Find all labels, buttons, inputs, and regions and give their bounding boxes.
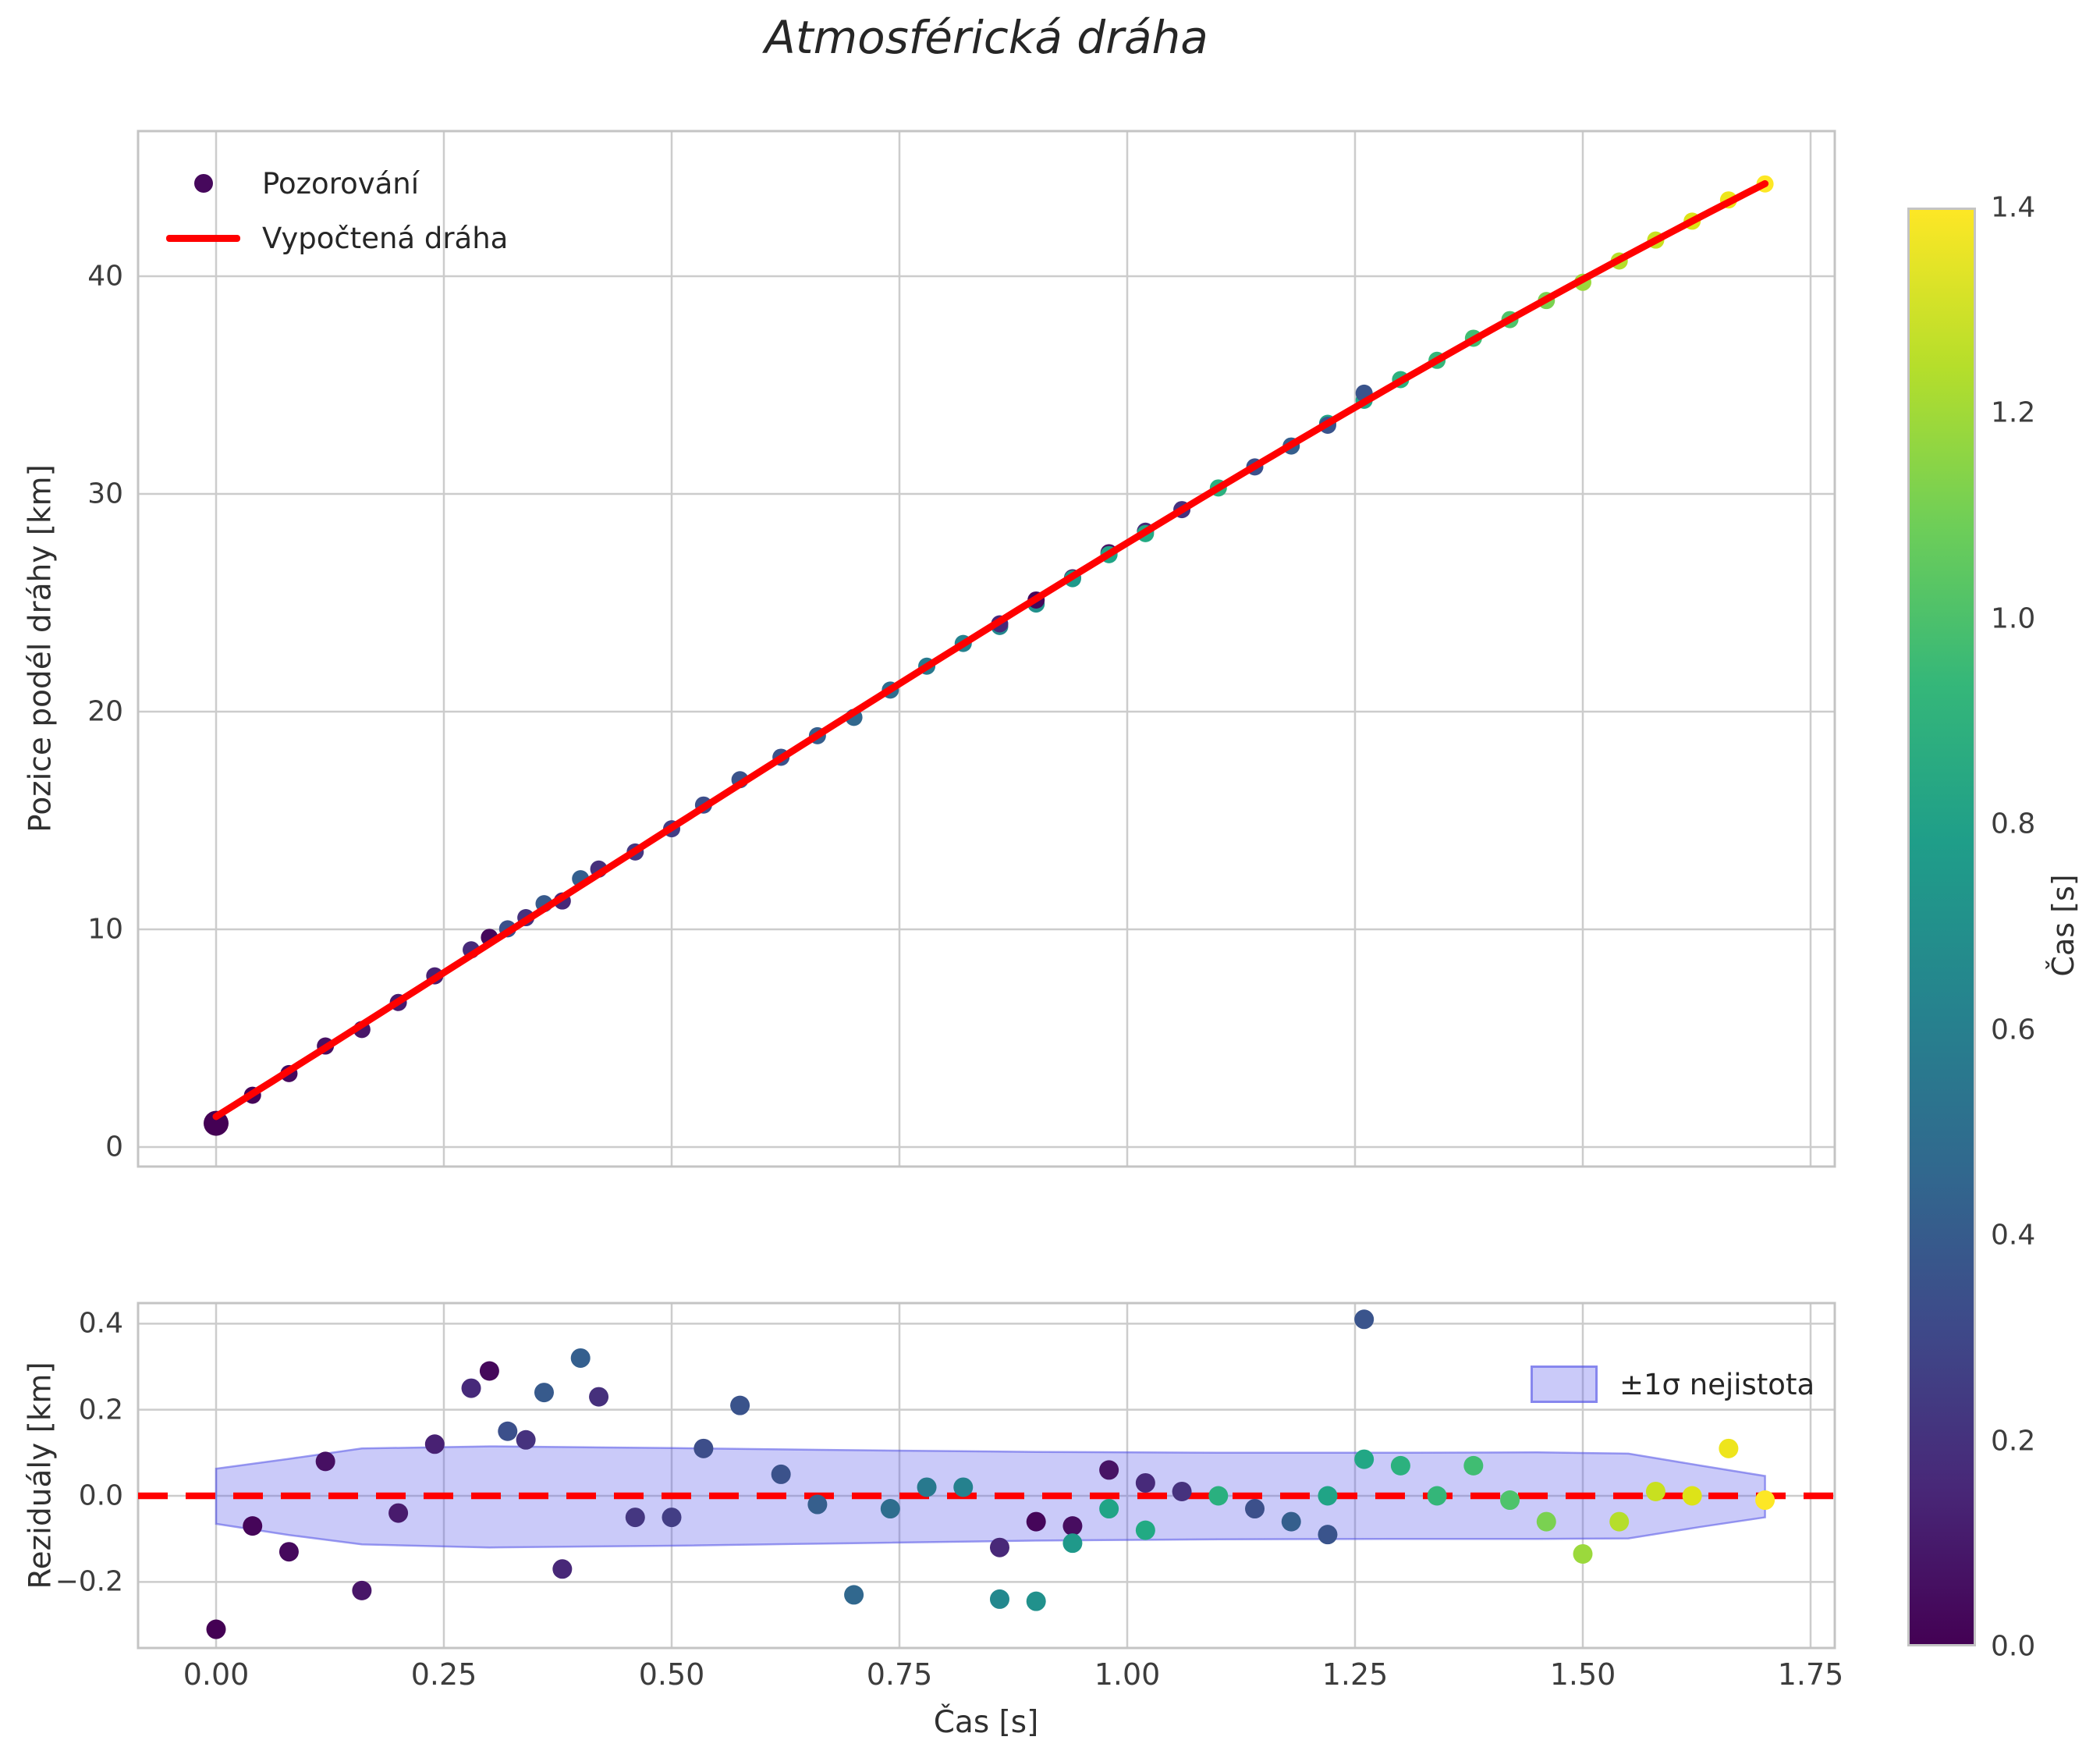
residual-point [1609,1511,1630,1532]
residual-point [1099,1460,1119,1480]
residual-point [844,1585,864,1605]
residual-point [1463,1455,1484,1476]
residual-point [589,1387,609,1407]
colorbar-label: Čas [s] [2046,874,2080,977]
xtick-label: 1.00 [1094,1657,1161,1692]
band-legend-label: ±1σ nejistota [1619,1367,1815,1401]
xtick-label: 0.00 [183,1657,250,1692]
residual-point [1719,1438,1739,1458]
bottom-ytick-label: 0.4 [78,1307,123,1340]
top-ytick-label: 0 [105,1131,123,1163]
residual-point [917,1477,937,1497]
xtick-label: 0.75 [866,1657,933,1692]
legend-fitted-label: Vypočtená dráha [262,221,509,255]
fitted-trajectory-line [212,179,1769,1121]
colorbar-tick-label: 0.8 [1991,808,2036,840]
residual-point [352,1580,372,1600]
top-y-axis-label: Pozice podél dráhy [km] [23,464,59,833]
residual-point [498,1421,518,1441]
legend-row-fitted: Vypočtená dráha [166,211,508,265]
residual-point [662,1508,682,1528]
top-ytick-label: 40 [87,260,123,293]
residual-point [693,1438,714,1458]
observations-marker-icon [166,174,240,193]
residual-point [989,1589,1009,1609]
residual-point [1245,1499,1265,1519]
bottom-ytick-label: 0.2 [78,1394,123,1426]
residual-point [1536,1511,1556,1532]
residual-point [1755,1490,1775,1511]
xtick-label: 1.50 [1549,1657,1616,1692]
residual-point [730,1395,750,1415]
residual-point [1099,1499,1119,1519]
colorbar-tick-label: 0.4 [1991,1219,2036,1252]
residual-point [1208,1486,1229,1506]
top-ytick-label: 10 [87,913,123,946]
residual-point [534,1383,554,1403]
fitted-line-icon [166,234,240,242]
residual-point [1135,1472,1155,1493]
xtick-label: 0.50 [638,1657,705,1692]
residual-point [1281,1511,1301,1532]
legend-row-observations: Pozorování [166,156,508,211]
residual-point [1390,1455,1410,1476]
residual-point [479,1361,499,1381]
band-legend: ±1σ nejistota [1531,1366,1814,1403]
residual-point [1682,1486,1702,1506]
residual-point [1645,1481,1665,1501]
legend-observations-label: Pozorování [262,166,420,201]
residual-point [953,1477,974,1497]
residual-point [1500,1490,1520,1511]
colorbar-tick-label: 0.0 [1991,1630,2036,1663]
residual-point [1318,1525,1338,1545]
figure: Atmosférická dráha Pozice podél dráhy [k… [0,0,2100,1758]
residual-point [1354,1449,1375,1469]
residual-point [1026,1511,1046,1532]
top-ytick-label: 30 [87,478,123,510]
residual-point [1427,1486,1447,1506]
residual-point [625,1508,645,1528]
colorbar-tick-label: 0.2 [1991,1425,2036,1458]
xtick-label: 1.25 [1321,1657,1389,1692]
bottom-ytick-label: −0.2 [55,1565,123,1598]
residual-point [206,1619,226,1639]
band-patch-icon [1531,1366,1598,1403]
x-axis-label: Čas [s] [933,1705,1039,1740]
residual-point [278,1542,299,1562]
residual-point [1573,1543,1593,1564]
top-ytick-label: 20 [87,695,123,728]
residual-point [1172,1481,1192,1501]
colorbar [1907,208,1976,1646]
residual-point [1026,1591,1046,1611]
residual-point [1318,1486,1338,1506]
residual-point [1062,1533,1083,1554]
residual-point [807,1494,828,1515]
residual-point [771,1464,791,1484]
residual-point [315,1451,335,1472]
residual-point [1135,1520,1155,1540]
colorbar-tick-label: 1.4 [1991,191,2036,224]
residual-point [1062,1516,1083,1536]
residual-point [424,1434,445,1454]
chart-title: Atmosférická dráha [764,11,1208,64]
residual-point [880,1499,900,1519]
colorbar-tick-label: 0.6 [1991,1014,2036,1046]
residual-point [552,1559,573,1579]
residual-point [461,1378,481,1398]
top-legend: Pozorování Vypočtená dráha [166,156,508,265]
colorbar-tick-label: 1.2 [1991,396,2036,429]
residual-point [516,1429,536,1450]
residual-point [570,1348,591,1368]
colorbar-tick-label: 1.0 [1991,602,2036,635]
residual-point [243,1516,263,1536]
bottom-ytick-label: 0.0 [78,1479,123,1512]
residual-point [989,1537,1009,1557]
residual-point [388,1503,409,1523]
xtick-label: 0.25 [410,1657,477,1692]
residual-point [1354,1309,1375,1330]
xtick-label: 1.75 [1777,1657,1844,1692]
